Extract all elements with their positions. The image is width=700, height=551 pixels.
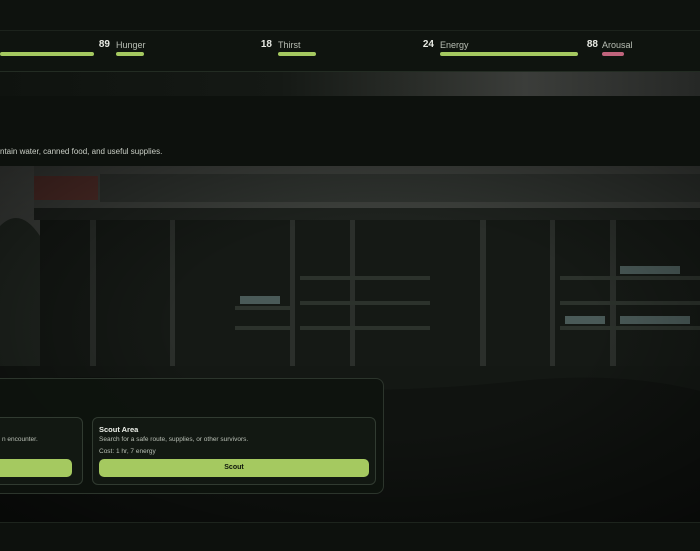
location-description: ntain water, canned food, and useful sup… xyxy=(0,147,163,156)
stat-hunger-value: 89 xyxy=(98,39,110,50)
action-card-description: Search for a safe route, supplies, or ot… xyxy=(99,436,249,443)
stat-energy-bar xyxy=(440,52,578,56)
scout-button[interactable]: Scout xyxy=(99,459,369,477)
previous-stat-bar xyxy=(0,52,94,56)
location-banner xyxy=(0,72,700,96)
action-card-description: n encounter. xyxy=(2,436,38,443)
stat-energy: Energy 88 xyxy=(440,36,600,62)
action-card-scout: Scout Area Search for a safe route, supp… xyxy=(92,417,376,485)
stats-bar: 89 Hunger 18 Thirst 24 Energy 88 Arousal xyxy=(0,31,700,72)
stat-arousal-label: Arousal xyxy=(602,40,633,50)
action-card-title: Scout Area xyxy=(99,425,139,434)
stat-arousal-value: 88 xyxy=(586,39,598,50)
stat-thirst-value: 18 xyxy=(260,39,272,50)
stat-hunger-label: Hunger xyxy=(116,40,146,50)
stat-arousal: Arousal xyxy=(602,36,700,62)
stat-hunger-bar xyxy=(116,52,144,56)
action-card-encounter: n encounter. xyxy=(0,417,83,485)
action-encounter-button[interactable] xyxy=(0,459,72,477)
stat-hunger: 89 xyxy=(0,36,112,62)
top-bar xyxy=(0,0,700,31)
stat-energy-label: Energy xyxy=(440,40,469,50)
stat-thirst-label: Thirst xyxy=(278,40,301,50)
action-card-cost: Cost: 1 hr, 7 energy xyxy=(99,448,156,455)
stat-thirst-bar xyxy=(278,52,316,56)
footer-bar xyxy=(0,522,700,551)
stat-energy-value: 24 xyxy=(422,39,434,50)
location-panel: ntain water, canned food, and useful sup… xyxy=(0,96,700,167)
actions-panel: n encounter. Scout Area Search for a saf… xyxy=(0,378,384,494)
stat-thirst: Thirst 24 xyxy=(278,36,438,62)
stat-hunger-label-group: Hunger 18 xyxy=(116,36,272,62)
stat-arousal-bar xyxy=(602,52,624,56)
